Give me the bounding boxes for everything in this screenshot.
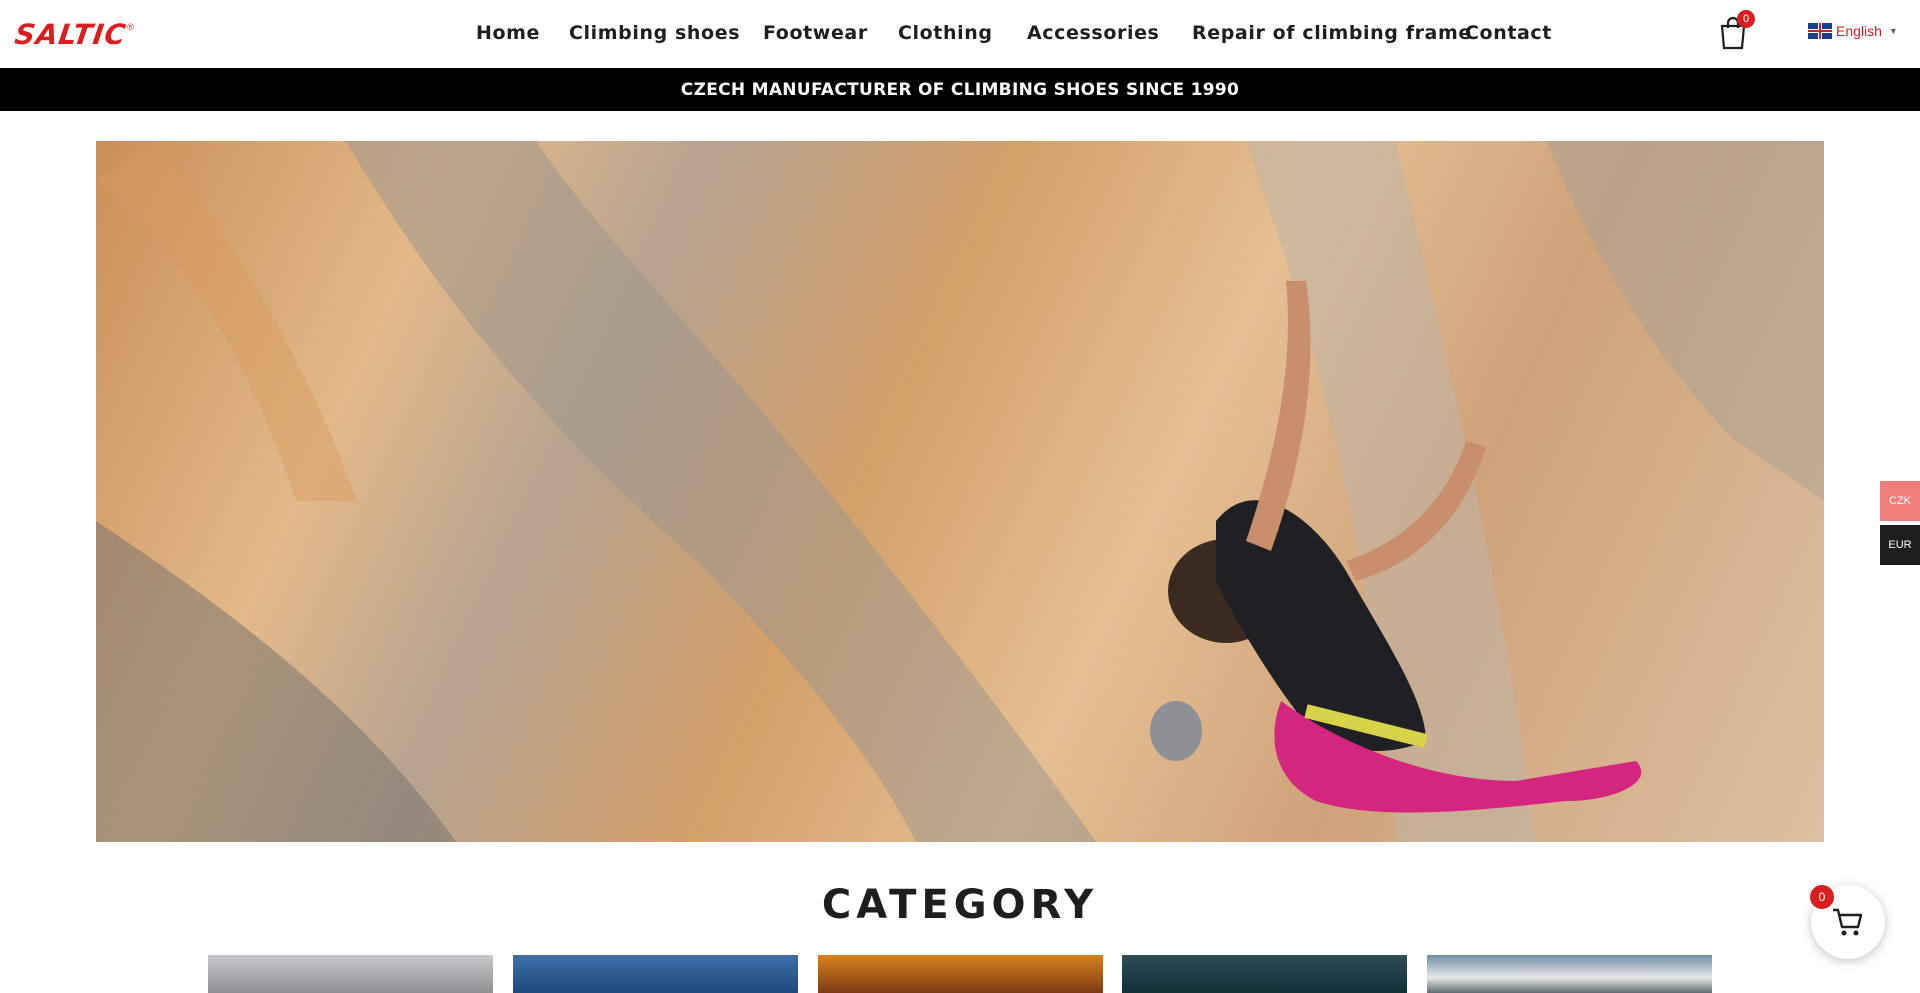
banner-text: CZECH MANUFACTURER OF CLIMBING SHOES SIN… <box>680 79 1240 100</box>
hero-image <box>96 141 1824 842</box>
shopping-cart-icon <box>1833 908 1863 936</box>
category-heading: CATEGORY <box>821 882 1099 928</box>
nav-repair-of-climbing-frame[interactable]: Repair of climbing frame <box>1192 22 1472 44</box>
category-tile[interactable] <box>208 955 493 993</box>
nav-accessories[interactable]: Accessories <box>1027 22 1159 44</box>
nav-footwear[interactable]: Footwear <box>763 22 868 44</box>
category-tile[interactable] <box>1122 955 1407 993</box>
cart-count-badge: 0 <box>1737 10 1755 28</box>
floating-cart-count-badge: 0 <box>1810 885 1834 909</box>
currency-czk-button[interactable]: CZK <box>1880 481 1920 521</box>
site-header: SALTIC ® Home Climbing shoes Footwear Cl… <box>0 0 1920 68</box>
category-tile[interactable] <box>1427 955 1712 993</box>
chevron-down-icon: ▼ <box>1888 26 1898 36</box>
uk-flag-icon <box>1808 23 1832 39</box>
climber-photo <box>96 141 1824 842</box>
nav-contact[interactable]: Contact <box>1465 22 1552 44</box>
main-nav: Home Climbing shoes Footwear Clothing Ac… <box>0 0 1920 68</box>
language-selector[interactable]: English ▼ <box>1808 23 1898 39</box>
nav-clothing[interactable]: Clothing <box>898 22 993 44</box>
announcement-banner: CZECH MANUFACTURER OF CLIMBING SHOES SIN… <box>0 68 1920 111</box>
category-tile[interactable] <box>818 955 1103 993</box>
category-tile[interactable] <box>513 955 798 993</box>
language-label: English <box>1836 23 1882 39</box>
nav-climbing-shoes[interactable]: Climbing shoes <box>569 22 740 44</box>
nav-home[interactable]: Home <box>476 22 540 44</box>
currency-eur-button[interactable]: EUR <box>1880 525 1920 565</box>
